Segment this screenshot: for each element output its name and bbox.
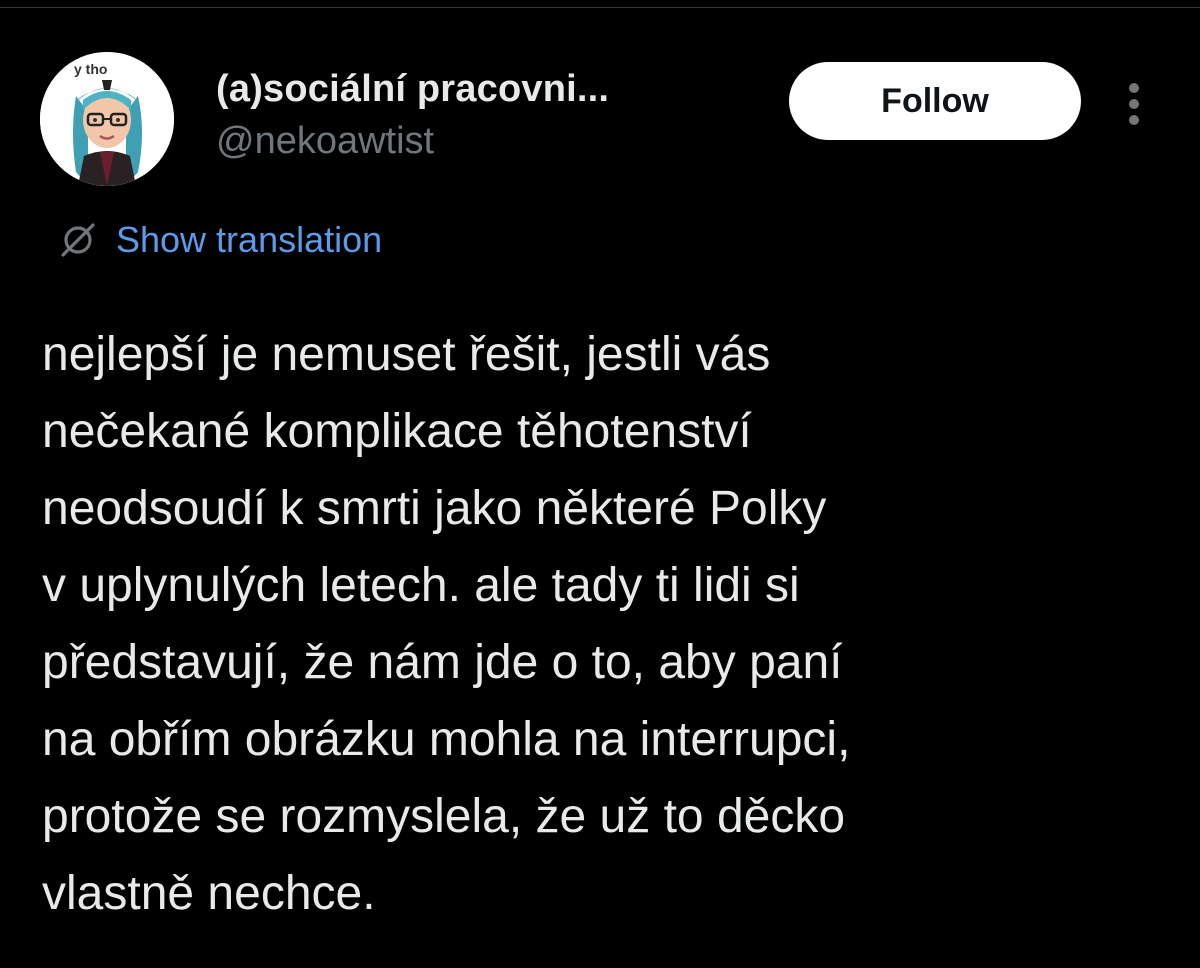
post-text-line: na obřím obrázku mohla na interrupci, [42,713,851,766]
author-display-name[interactable]: (a)sociální pracovni... [216,68,609,111]
post-text-line: představují, že nám jde o to, aby paní [42,636,843,689]
avatar-image: y tho [40,52,174,186]
post-text-line: nejlepší je nemuset řešit, jestli vás [42,328,771,381]
more-options-button[interactable] [1116,76,1152,132]
post-text-line: protože se rozmyslela, že už to děcko [42,790,846,843]
author-handle[interactable]: @nekoawtist [216,120,434,163]
top-divider [0,0,1200,8]
show-translation-link[interactable]: Show translation [116,219,382,261]
post-text: nejlepší je nemuset řešit, jestli vás ne… [42,316,1162,932]
avatar-caption: y tho [74,61,107,77]
translation-row[interactable]: Show translation [58,216,382,264]
vertical-ellipsis-icon [1129,83,1139,125]
post-text-line: vlastně nechce. [42,867,376,920]
post-text-line: neodsoudí k smrti jako některé Polky [42,482,827,535]
avatar[interactable]: y tho [40,52,174,186]
globe-icon [61,223,95,257]
post-text-line: nečekané komplikace těhotenství [42,405,752,458]
follow-button[interactable]: Follow [789,62,1081,140]
post-text-line: v uplynulých letech. ale tady ti lidi si [42,559,800,612]
